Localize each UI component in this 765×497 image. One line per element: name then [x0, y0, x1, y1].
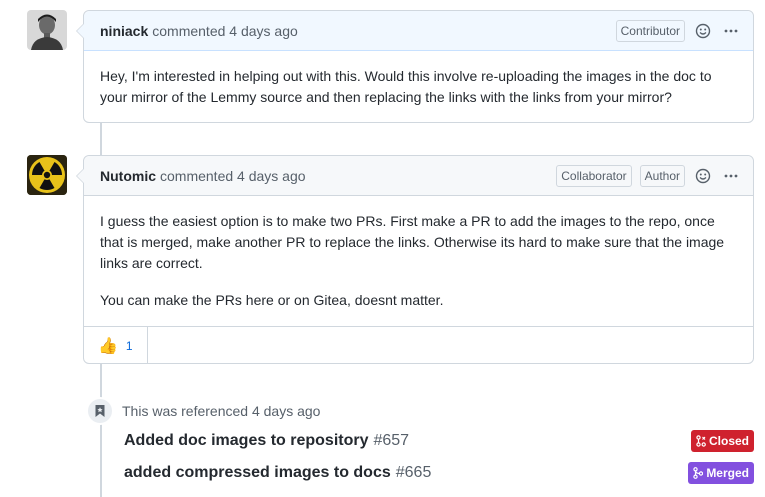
author-badge: Author: [639, 165, 685, 187]
closed-state-badge: Closed: [690, 430, 754, 452]
comment-paragraph: I guess the easiest option is to make tw…: [100, 213, 725, 271]
collaborator-badge: Collaborator: [556, 165, 632, 187]
thumbs-up-icon: 👍: [98, 337, 118, 355]
pr-title-link[interactable]: Added doc images to repository: [124, 432, 368, 450]
bookmark-icon: [86, 397, 114, 425]
pr-number[interactable]: #657: [373, 432, 409, 450]
comment-header: niniack commented 4 days ago Contributor: [76, 11, 753, 51]
referenced-pr: added compressed images to docs #665 Mer…: [124, 461, 754, 485]
thumbs-up-reaction[interactable]: 👍 1: [84, 327, 148, 364]
comment-author[interactable]: niniack: [100, 23, 148, 39]
contributor-badge: Contributor: [615, 20, 685, 42]
reference-event: This was referenced 4 days ago: [86, 397, 320, 425]
comment-caret: [76, 23, 84, 39]
avatar-niniack[interactable]: [27, 10, 67, 50]
state-label: Closed: [708, 434, 749, 448]
comment-caret: [76, 168, 84, 184]
comment-body: Hey, I'm interested in helping out with …: [84, 51, 753, 124]
add-reaction-smiley-icon[interactable]: [693, 166, 713, 186]
kebab-menu-icon[interactable]: [721, 166, 741, 186]
radiation-avatar-icon: [27, 155, 67, 195]
comment-paragraph: You can make the PRs here or on Gitea, d…: [100, 292, 444, 308]
state-label: Merged: [706, 466, 749, 480]
merge-icon: [693, 467, 704, 479]
comment-nutomic: Nutomic commented 4 days ago Collaborato…: [76, 155, 754, 364]
reaction-count: 1: [125, 338, 133, 353]
merged-state-badge: Merged: [688, 462, 754, 484]
person-avatar-icon: [27, 10, 67, 50]
add-reaction-smiley-icon[interactable]: [693, 21, 713, 41]
pr-title-link[interactable]: added compressed images to docs: [124, 464, 391, 482]
comment-body: I guess the easiest option is to make tw…: [84, 196, 753, 326]
comment-timestamp[interactable]: commented 4 days ago: [152, 23, 298, 39]
kebab-menu-icon[interactable]: [721, 21, 741, 41]
comment-niniack: niniack commented 4 days ago Contributor…: [76, 10, 754, 124]
comment-author[interactable]: Nutomic: [100, 168, 156, 184]
comment-timestamp[interactable]: commented 4 days ago: [160, 168, 306, 184]
reference-text: This was referenced 4 days ago: [122, 403, 321, 419]
pr-number[interactable]: #665: [396, 464, 432, 482]
pull-request-closed-icon: [696, 435, 706, 447]
comment-header: Nutomic commented 4 days ago Collaborato…: [76, 156, 753, 196]
reactions-bar: 👍 1: [84, 326, 753, 364]
avatar-nutomic[interactable]: [27, 155, 67, 195]
referenced-pr: Added doc images to repository #657 Clos…: [124, 429, 754, 453]
comment-paragraph: Hey, I'm interested in helping out with …: [100, 68, 712, 105]
